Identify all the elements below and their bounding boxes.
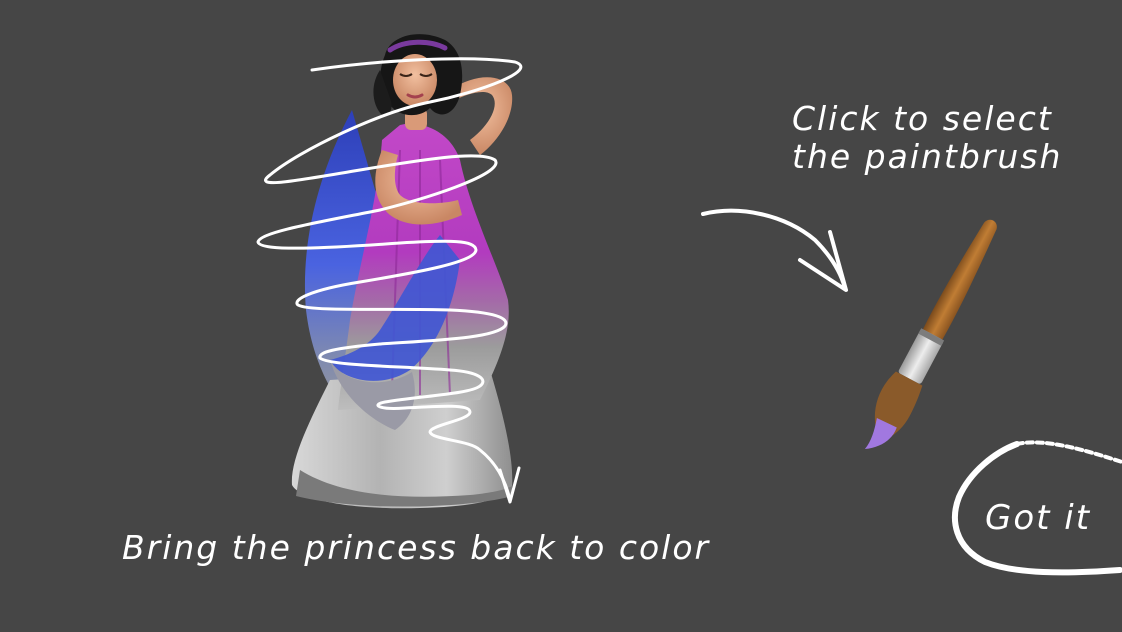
princess-hint: Bring the princess back to color (122, 528, 711, 567)
got-it-button[interactable]: Got it (945, 432, 1122, 582)
got-it-label: Got it (985, 498, 1092, 538)
game-stage: Click to select the paintbrush Bring the… (0, 0, 1122, 632)
